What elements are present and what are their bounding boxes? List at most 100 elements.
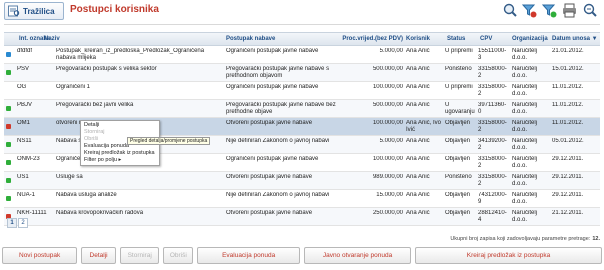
col-header-vrijednost[interactable]: Proc.vrijed.(bez PDV)	[336, 36, 403, 42]
cell-organizacija: Naručitelj d.o.o.	[512, 84, 538, 97]
record-count-value: 12.	[592, 236, 600, 242]
context-menu-item[interactable]: Detalji	[81, 122, 159, 129]
table-row[interactable]: OG Ograničeni 1 Ograničeni postupak javne …	[4, 82, 600, 100]
cell-naziv: Ograničeni 1	[56, 84, 91, 90]
cell-oznaka: NKR-11111	[17, 210, 47, 216]
clear-filter-button[interactable]	[521, 0, 538, 20]
cell-status: Objavljen	[445, 192, 471, 198]
cell-oznaka: PSV	[17, 66, 30, 72]
table-header: Int. oznaka Naziv Postupak nabave Proc.v…	[4, 32, 600, 46]
col-header-status[interactable]: Status	[447, 36, 477, 42]
cell-korisnik: Ana Anić	[406, 84, 430, 90]
cell-vrijednost: 15.000,00	[376, 192, 403, 198]
col-header-datum[interactable]: Datum unosa ▼	[552, 36, 598, 42]
cell-organizacija: Naručitelj d.o.o.	[512, 138, 538, 151]
toolbar	[501, 0, 598, 20]
evaluate-offers-button[interactable]: Evaluacija ponuda	[197, 247, 301, 264]
col-header-korisnik[interactable]: Korisnik	[406, 36, 444, 42]
cell-vrijednost: 5.000,00	[379, 48, 403, 54]
cell-status: Poništeno	[445, 174, 472, 180]
status-indicator-icon	[6, 178, 11, 183]
create-template-button[interactable]: Kreiraj predložak iz postupka	[414, 247, 602, 264]
cell-datum: 15.01.2012.	[552, 66, 584, 72]
cell-status: Objavljen	[445, 120, 471, 126]
cell-datum: 21.01.2012.	[552, 48, 584, 54]
cell-datum: 29.12.2011.	[552, 156, 584, 162]
status-indicator-icon	[6, 106, 11, 111]
col-header-naziv[interactable]: Naziv	[44, 36, 239, 42]
header-divider	[4, 24, 600, 25]
cell-oznaka: NUA-1	[17, 192, 36, 198]
cell-vrijednost: 100.000,00	[372, 120, 403, 126]
cell-status: Objavljen	[445, 138, 471, 144]
page-button-1[interactable]: 1	[7, 218, 17, 228]
table-row[interactable]: dfdfdf Postupak_kreiran_iz_predloska_Pred…	[4, 46, 600, 64]
new-procedure-button[interactable]: Novi postupak	[2, 247, 78, 264]
cell-oznaka: OM1	[17, 120, 31, 126]
print-button[interactable]	[561, 0, 578, 20]
search-tool-button[interactable]	[501, 0, 518, 20]
cell-korisnik: Ana Anić, Ivo Ivić	[406, 120, 442, 133]
cell-postupak: Pregovarački postupak javne nabave bez p…	[226, 102, 336, 115]
cell-datum: 11.01.2012.	[552, 102, 584, 108]
record-count-label: Ukupni broj zapisa koji zadovoljavaju pa…	[450, 236, 591, 242]
search-toggle-label: Tražilica	[23, 6, 55, 16]
cell-organizacija: Naručitelj d.o.o.	[512, 156, 538, 169]
cell-korisnik: Ana Anić	[406, 66, 430, 72]
cell-datum: 29.12.2011.	[552, 192, 584, 198]
cell-cpv: 33158000-2	[478, 156, 507, 169]
cell-vrijednost: 500.000,00	[372, 102, 403, 108]
status-indicator-icon	[6, 160, 11, 165]
cell-organizacija: Naručitelj d.o.o.	[512, 48, 538, 61]
cell-cpv: 34139200-2	[478, 138, 507, 151]
cancel-procedure-button[interactable]: Storniraj	[119, 247, 160, 264]
cell-datum: 11.01.2012.	[552, 84, 584, 90]
col-header-cpv[interactable]: CPV	[480, 36, 510, 42]
cell-postupak: Ograničeni postupak javne nabave	[226, 156, 319, 162]
status-indicator-icon	[6, 124, 11, 129]
cell-korisnik: Ana Anić	[406, 48, 430, 54]
pagination: 1 2	[7, 218, 28, 228]
cell-vrijednost: 100.000,00	[372, 84, 403, 90]
col-header-postupak[interactable]: Postupak nabave	[226, 36, 336, 42]
zoom-button[interactable]	[581, 0, 598, 20]
status-indicator-icon	[6, 196, 11, 201]
add-filter-button[interactable]	[541, 0, 558, 20]
col-header-organizacija[interactable]: Organizacija	[512, 36, 548, 42]
table-row[interactable]: PSV Pregovarački postupak s velika sektor…	[4, 64, 600, 82]
cell-cpv: 39711360-0	[478, 102, 507, 115]
status-indicator-icon	[6, 88, 11, 93]
cell-cpv: 28812410-4	[478, 210, 507, 223]
cell-vrijednost: 500.000,00	[372, 66, 403, 72]
cell-cpv: 33158000-2	[478, 120, 507, 133]
print-icon	[563, 3, 576, 17]
cell-datum: 29.12.2011.	[552, 174, 584, 180]
table-row[interactable]: PBJV Pregovarački bez javni velika Pregova…	[4, 100, 600, 118]
cell-naziv: Postupak_kreiran_iz_predloska_Predlozak_…	[56, 48, 205, 61]
cell-vrijednost: 5.000,00	[379, 138, 403, 144]
cell-naziv: Usluge sa	[56, 174, 83, 180]
cell-oznaka: US1	[17, 174, 29, 180]
table-row[interactable]: US1 Usluge sa Otvoreni postupak javne naba…	[4, 172, 600, 190]
cell-naziv: Pregovarački postupak s velika sektor	[56, 66, 157, 72]
cell-status: Objavljen	[445, 210, 471, 216]
col-header-oznaka[interactable]: Int. oznaka	[19, 36, 50, 42]
cell-korisnik: Ana Anić	[406, 102, 430, 108]
cell-oznaka: OG	[17, 84, 27, 90]
table-row[interactable]: NUA-1 Nabava usluga analize Nije definiran…	[4, 190, 600, 208]
cell-vrijednost: 100.000,00	[372, 156, 403, 162]
cell-korisnik: Ana Anić	[406, 210, 430, 216]
page-button-2[interactable]: 2	[18, 218, 28, 228]
cell-organizacija: Naručitelj d.o.o.	[512, 174, 538, 187]
search-toggle-button[interactable]: Tražilica	[4, 2, 64, 20]
context-menu-item[interactable]: Kreiraj predložak iz postupka	[81, 150, 159, 157]
cell-postupak: Otvoreni postupak javne nabave	[226, 210, 313, 216]
cell-vrijednost: 989.000,00	[372, 174, 403, 180]
context-menu-item[interactable]: Filter po polju ▸	[81, 157, 159, 164]
cell-status: U pripremi	[445, 84, 473, 90]
delete-button[interactable]: Obriši	[163, 247, 194, 264]
public-opening-button[interactable]: Javno otvaranje ponuda	[304, 247, 411, 264]
context-menu-item[interactable]: Storniraj	[81, 129, 159, 136]
table-row[interactable]: NKR-11111 Nabava krovopokrivačkih radova O…	[4, 208, 600, 226]
details-button[interactable]: Detalji	[81, 247, 116, 264]
